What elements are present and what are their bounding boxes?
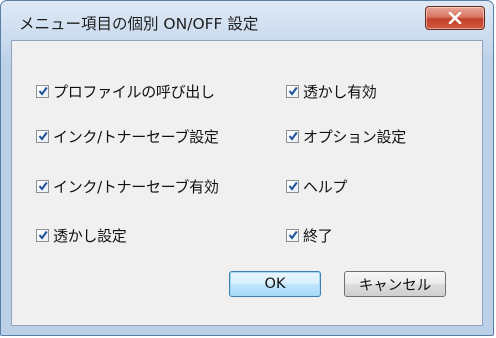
option-watermark-enable[interactable]: 透かし有効	[286, 80, 377, 102]
option-label: ヘルプ	[303, 177, 348, 196]
checkmark-icon	[288, 230, 298, 240]
option-label: インク/トナーセーブ設定	[53, 127, 219, 146]
checkmark-icon	[38, 230, 48, 240]
title-bar[interactable]: メニュー項目の個別 ON/OFF 設定	[1, 1, 493, 41]
checkbox[interactable]	[286, 129, 299, 143]
option-label: 透かし有効	[303, 82, 377, 101]
window-title: メニュー項目の個別 ON/OFF 設定	[19, 15, 259, 33]
checkmark-icon	[38, 131, 48, 141]
option-help[interactable]: ヘルプ	[286, 175, 347, 197]
checkbox[interactable]	[36, 179, 49, 193]
option-option-settings[interactable]: オプション設定	[286, 125, 406, 147]
option-label: インク/トナーセーブ有効	[53, 177, 219, 196]
checkmark-icon	[38, 86, 48, 96]
checkbox[interactable]	[36, 129, 49, 143]
checkmark-icon	[288, 131, 298, 141]
option-profile-recall[interactable]: プロファイルの呼び出し	[36, 80, 215, 102]
checkbox[interactable]	[36, 84, 49, 98]
ok-button[interactable]: OK	[229, 271, 321, 297]
cancel-button[interactable]: キャンセル	[344, 271, 446, 297]
checkmark-icon	[288, 86, 298, 96]
dialog-window: メニュー項目の個別 ON/OFF 設定 プロファイルの呼び出し 透かし有効 イン…	[0, 0, 494, 336]
checkbox[interactable]	[286, 84, 299, 98]
option-label: オプション設定	[303, 127, 406, 146]
option-label: プロファイルの呼び出し	[53, 82, 215, 101]
option-ink-toner-save-settings[interactable]: インク/トナーセーブ設定	[36, 125, 219, 147]
option-ink-toner-save-enable[interactable]: インク/トナーセーブ有効	[36, 175, 219, 197]
option-label: 終了	[303, 226, 333, 245]
option-exit[interactable]: 終了	[286, 224, 333, 246]
dialog-content: プロファイルの呼び出し 透かし有効 インク/トナーセーブ設定 オプション設定 イ	[11, 40, 483, 326]
checkbox[interactable]	[286, 179, 299, 193]
checkmark-icon	[288, 181, 298, 191]
close-icon	[448, 12, 462, 24]
option-label: 透かし設定	[53, 226, 127, 245]
option-watermark-settings[interactable]: 透かし設定	[36, 224, 127, 246]
checkbox[interactable]	[36, 228, 49, 242]
checkmark-icon	[38, 181, 48, 191]
checkbox[interactable]	[286, 228, 299, 242]
close-button[interactable]	[425, 6, 485, 30]
